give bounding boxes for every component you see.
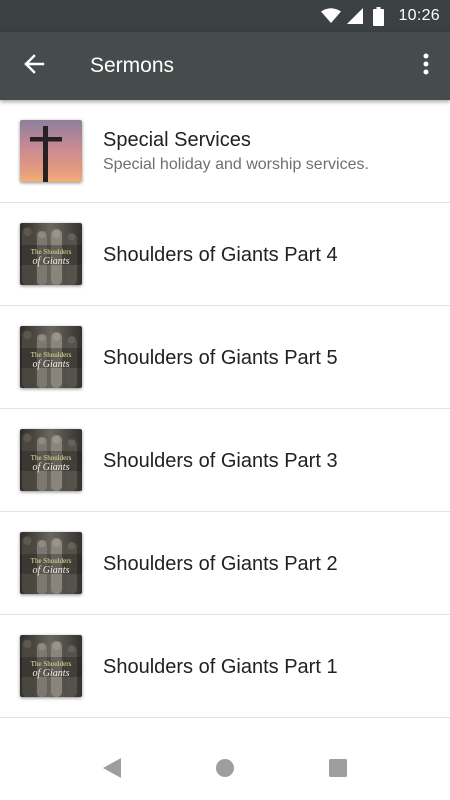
nav-back-button[interactable] bbox=[92, 750, 132, 790]
artwork-text-line2: of Giants bbox=[33, 256, 70, 267]
artwork-text-line2: of Giants bbox=[33, 668, 70, 679]
list-item-special-services[interactable]: Special Services Special holiday and wor… bbox=[0, 100, 450, 203]
artwork-text-line2: of Giants bbox=[33, 462, 70, 473]
app-bar: Sermons bbox=[0, 32, 450, 100]
page-title: Sermons bbox=[90, 54, 175, 77]
wifi-icon bbox=[321, 8, 342, 24]
item-title: Shoulders of Giants Part 3 bbox=[103, 449, 338, 472]
sermon-list: Special Services Special holiday and wor… bbox=[0, 100, 450, 718]
cross-sunset-thumbnail bbox=[20, 120, 82, 182]
shoulders-of-giants-thumbnail: The Shoulders of Giants bbox=[20, 326, 82, 388]
home-circle-icon bbox=[215, 758, 235, 783]
list-item-part-3[interactable]: The Shoulders of Giants Shoulders of Gian… bbox=[0, 409, 450, 512]
artwork-text-line1: The Shoulders bbox=[31, 557, 72, 565]
shoulders-of-giants-thumbnail: The Shoulders of Giants bbox=[20, 635, 82, 697]
list-item-part-2[interactable]: The Shoulders of Giants Shoulders of Gian… bbox=[0, 512, 450, 615]
list-item-part-1[interactable]: The Shoulders of Giants Shoulders of Gian… bbox=[0, 615, 450, 718]
status-bar: 10:26 bbox=[0, 0, 450, 32]
cell-signal-icon bbox=[347, 8, 364, 24]
item-title: Shoulders of Giants Part 4 bbox=[103, 243, 338, 266]
shoulders-of-giants-thumbnail: The Shoulders of Giants bbox=[20, 532, 82, 594]
list-item-part-5[interactable]: The Shoulders of Giants Shoulders of Gian… bbox=[0, 306, 450, 409]
item-title: Shoulders of Giants Part 5 bbox=[103, 346, 338, 369]
back-button[interactable] bbox=[14, 46, 54, 86]
artwork-text-line1: The Shoulders bbox=[31, 660, 72, 668]
item-subtitle: Special holiday and worship services. bbox=[103, 156, 369, 173]
back-triangle-icon bbox=[103, 757, 121, 783]
more-vertical-icon bbox=[423, 53, 429, 80]
item-title: Shoulders of Giants Part 1 bbox=[103, 655, 338, 678]
artwork-text-line2: of Giants bbox=[33, 359, 70, 370]
status-icons: 10:26 bbox=[321, 0, 440, 32]
artwork-text-line1: The Shoulders bbox=[31, 454, 72, 462]
overflow-menu-button[interactable] bbox=[414, 46, 438, 86]
nav-recents-button[interactable] bbox=[318, 750, 358, 790]
system-nav-bar bbox=[0, 740, 450, 800]
shoulders-of-giants-thumbnail: The Shoulders of Giants bbox=[20, 223, 82, 285]
battery-icon bbox=[373, 6, 385, 26]
arrow-back-icon bbox=[23, 53, 45, 80]
artwork-text-line1: The Shoulders bbox=[31, 351, 72, 359]
nav-home-button[interactable] bbox=[205, 750, 245, 790]
list-item-part-4[interactable]: The Shoulders of Giants Shoulders of Gian… bbox=[0, 203, 450, 306]
recents-square-icon bbox=[329, 758, 347, 782]
artwork-text-line2: of Giants bbox=[33, 565, 70, 576]
artwork-text-line1: The Shoulders bbox=[31, 248, 72, 256]
status-time: 10:26 bbox=[398, 7, 440, 24]
item-title: Shoulders of Giants Part 2 bbox=[103, 552, 338, 575]
item-title: Special Services bbox=[103, 129, 251, 151]
shoulders-of-giants-thumbnail: The Shoulders of Giants bbox=[20, 429, 82, 491]
